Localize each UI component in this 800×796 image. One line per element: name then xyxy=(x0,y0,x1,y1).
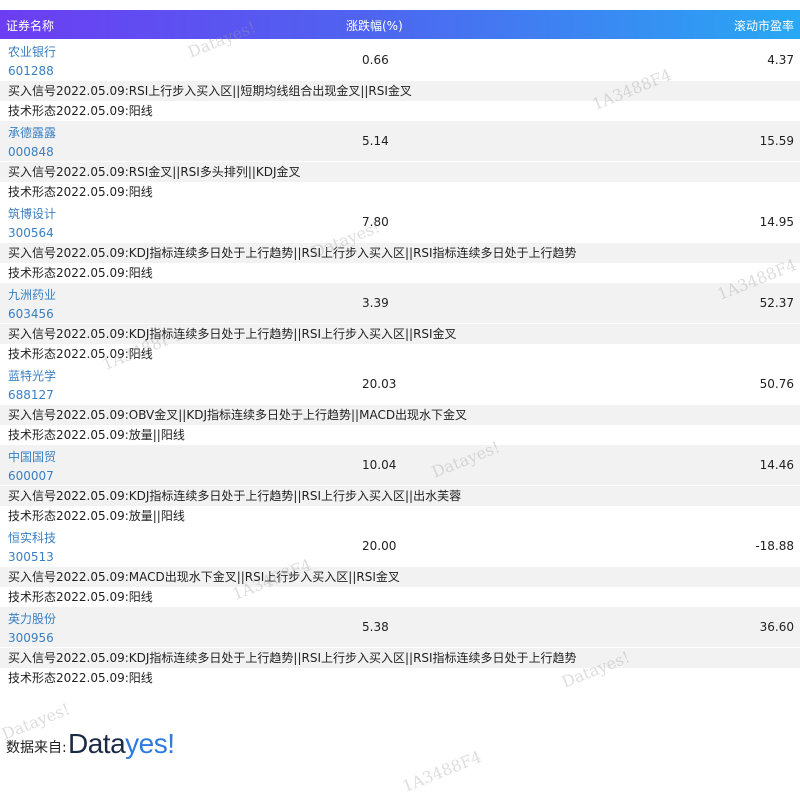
stock-name-link[interactable]: 承德露露 xyxy=(8,124,56,141)
stock-summary-row: 九洲药业 603456 3.39 52.37 xyxy=(0,283,800,323)
stock-name-link[interactable]: 九洲药业 xyxy=(8,286,56,303)
stock-summary-row: 蓝特光学 688127 20.03 50.76 xyxy=(0,364,800,404)
change-percent: 0.66 xyxy=(362,53,389,67)
stock-code-link[interactable]: 300513 xyxy=(8,550,54,564)
stock-row: 英力股份 300956 5.38 36.60 买入信号2022.05.09:KDJ指标连… xyxy=(0,607,800,688)
stock-row: 蓝特光学 688127 20.03 50.76 买入信号2022.05.09:OBV金叉… xyxy=(0,364,800,445)
change-percent: 3.39 xyxy=(362,296,389,310)
stock-summary-row: 恒实科技 300513 20.00 -18.88 xyxy=(0,526,800,566)
column-header-pe[interactable]: 滚动市盈率 xyxy=(734,17,794,34)
change-percent: 7.80 xyxy=(362,215,389,229)
change-percent: 5.14 xyxy=(362,134,389,148)
stock-code-link[interactable]: 300956 xyxy=(8,631,54,645)
datayes-logo: Datayes! xyxy=(68,728,175,759)
rolling-pe: 36.60 xyxy=(759,620,794,634)
stock-name-link[interactable]: 恒实科技 xyxy=(8,529,56,546)
buy-signal-text: 买入信号2022.05.09:MACD出现水下金叉||RSI上行步入买入区||R… xyxy=(0,567,800,587)
stock-name-link[interactable]: 蓝特光学 xyxy=(8,367,56,384)
stock-summary-row: 承德露露 000848 5.14 15.59 xyxy=(0,121,800,161)
change-percent: 10.04 xyxy=(362,458,397,472)
buy-signal-text: 买入信号2022.05.09:KDJ指标连续多日处于上行趋势||RSI上行步入买… xyxy=(0,243,800,263)
column-header-name[interactable]: 证券名称 xyxy=(6,17,54,34)
technical-pattern-text: 技术形态2022.05.09:放量||阳线 xyxy=(0,425,800,445)
rolling-pe: 52.37 xyxy=(759,296,794,310)
stock-row: 承德露露 000848 5.14 15.59 买入信号2022.05.09:RSI金叉|… xyxy=(0,121,800,202)
change-percent: 20.03 xyxy=(362,377,397,391)
stock-code-link[interactable]: 601288 xyxy=(8,64,54,78)
stock-name-link[interactable]: 英力股份 xyxy=(8,610,56,627)
technical-pattern-text: 技术形态2022.05.09:阳线 xyxy=(0,263,800,283)
buy-signal-text: 买入信号2022.05.09:KDJ指标连续多日处于上行趋势||RSI上行步入买… xyxy=(0,648,800,668)
stock-row: 恒实科技 300513 20.00 -18.88 买入信号2022.05.09:MACD… xyxy=(0,526,800,607)
technical-pattern-text: 技术形态2022.05.09:阳线 xyxy=(0,182,800,202)
buy-signal-text: 买入信号2022.05.09:RSI上行步入买入区||短期均线组合出现金叉||R… xyxy=(0,81,800,101)
buy-signal-text: 买入信号2022.05.09:OBV金叉||KDJ指标连续多日处于上行趋势||M… xyxy=(0,405,800,425)
stock-summary-row: 筑博设计 300564 7.80 14.95 xyxy=(0,202,800,242)
change-percent: 5.38 xyxy=(362,620,389,634)
rolling-pe: -18.88 xyxy=(755,539,794,553)
technical-pattern-text: 技术形态2022.05.09:阳线 xyxy=(0,101,800,121)
stock-summary-row: 中国国贸 600007 10.04 14.46 xyxy=(0,445,800,485)
stock-row: 九洲药业 603456 3.39 52.37 买入信号2022.05.09:KDJ指标连… xyxy=(0,283,800,364)
rolling-pe: 14.46 xyxy=(759,458,794,472)
stock-code-link[interactable]: 603456 xyxy=(8,307,54,321)
rolling-pe: 15.59 xyxy=(759,134,794,148)
stock-name-link[interactable]: 农业银行 xyxy=(8,43,56,60)
stock-row: 筑博设计 300564 7.80 14.95 买入信号2022.05.09:KDJ指标连… xyxy=(0,202,800,283)
buy-signal-text: 买入信号2022.05.09:KDJ指标连续多日处于上行趋势||RSI上行步入买… xyxy=(0,324,800,344)
buy-signal-text: 买入信号2022.05.09:KDJ指标连续多日处于上行趋势||RSI上行步入买… xyxy=(0,486,800,506)
rolling-pe: 50.76 xyxy=(759,377,794,391)
stock-row: 农业银行 601288 0.66 4.37 买入信号2022.05.09:RSI上行步入… xyxy=(0,40,800,121)
technical-pattern-text: 技术形态2022.05.09:阳线 xyxy=(0,344,800,364)
column-header-change[interactable]: 涨跌幅(%) xyxy=(346,17,403,34)
stock-code-link[interactable]: 000848 xyxy=(8,145,54,159)
change-percent: 20.00 xyxy=(362,539,397,553)
stock-summary-row: 农业银行 601288 0.66 4.37 xyxy=(0,40,800,80)
stock-code-link[interactable]: 300564 xyxy=(8,226,54,240)
stock-row: 中国国贸 600007 10.04 14.46 买入信号2022.05.09:KDJ指标… xyxy=(0,445,800,526)
technical-pattern-text: 技术形态2022.05.09:放量||阳线 xyxy=(0,506,800,526)
data-source-label: 数据来自: xyxy=(6,740,67,756)
rolling-pe: 14.95 xyxy=(759,215,794,229)
stock-code-link[interactable]: 600007 xyxy=(8,469,54,483)
stock-name-link[interactable]: 中国国贸 xyxy=(8,448,56,465)
buy-signal-text: 买入信号2022.05.09:RSI金叉||RSI多头排列||KDJ金叉 xyxy=(0,162,800,182)
rolling-pe: 4.37 xyxy=(767,53,794,67)
stock-name-link[interactable]: 筑博设计 xyxy=(8,205,56,222)
stock-summary-row: 英力股份 300956 5.38 36.60 xyxy=(0,607,800,647)
stock-table-body: 农业银行 601288 0.66 4.37 买入信号2022.05.09:RSI上行步入… xyxy=(0,40,800,688)
stock-code-link[interactable]: 688127 xyxy=(8,388,54,402)
table-header: 证券名称 涨跌幅(%) 滚动市盈率 xyxy=(0,10,800,39)
technical-pattern-text: 技术形态2022.05.09:阳线 xyxy=(0,587,800,607)
technical-pattern-text: 技术形态2022.05.09:阳线 xyxy=(0,668,800,688)
